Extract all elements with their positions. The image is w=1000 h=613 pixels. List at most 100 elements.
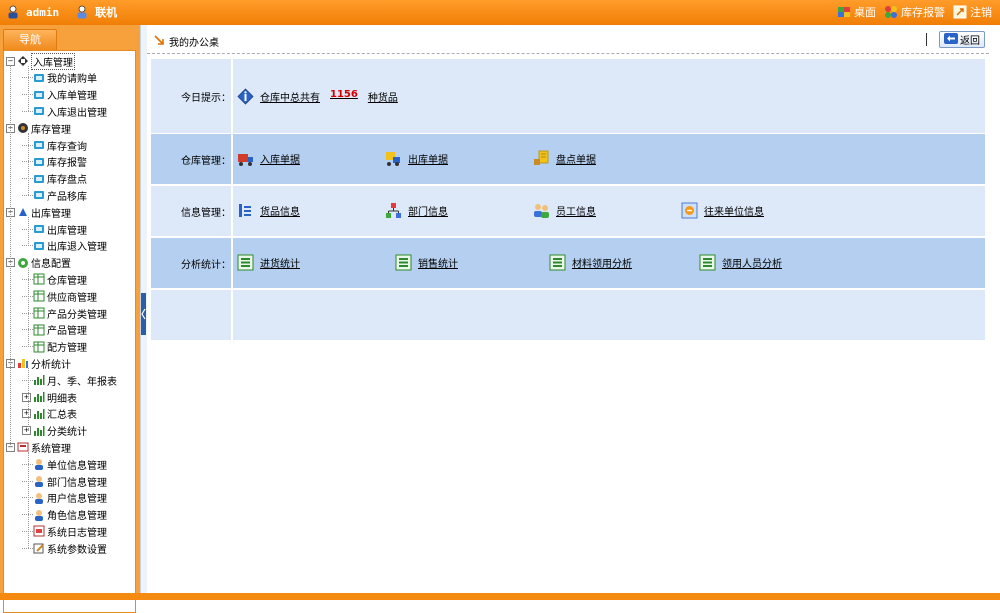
sales-stats-label: 销售统计 [418, 259, 458, 270]
tree-item-label: 用户信息管理 [47, 494, 107, 506]
analysis-label: 分析统计： [151, 238, 233, 288]
partner-info-label: 往来单位信息 [704, 207, 764, 218]
top-bar: admin 联机 桌面 库存报警 注销 [0, 0, 1000, 25]
bar-icon [33, 425, 45, 437]
users-icon [33, 475, 45, 487]
tree-item[interactable]: 出库管理 [22, 221, 87, 237]
tree-item[interactable]: 单位信息管理 [22, 456, 107, 472]
stock-alarm-link[interactable]: 库存报警 [884, 4, 945, 20]
doc-icon [33, 173, 45, 185]
user-icon [6, 5, 20, 19]
tree-guide-line [28, 133, 29, 196]
tree-item-label: 出库退入管理 [47, 242, 107, 254]
tree-item[interactable]: 我的请购单 [22, 70, 97, 86]
empty-section [151, 290, 985, 340]
tree-item[interactable]: 用户信息管理 [22, 490, 107, 506]
tree-item[interactable]: + 汇总表 [22, 406, 77, 422]
goods-info-link[interactable]: 货品信息 [237, 202, 300, 219]
tree-item-label: 分析统计 [31, 359, 71, 371]
main-content: 我的办公桌 返回 今日提示： 仓库中总共有 1156 种货品 仓库管理： 入库单… [147, 25, 1000, 593]
partner-info-link[interactable]: 往来单位信息 [681, 202, 764, 219]
tree-item-label: 产品移库 [47, 191, 87, 203]
tree-item[interactable]: − 信息配置 [6, 255, 71, 271]
doc-icon [33, 156, 45, 168]
tree-item[interactable]: 产品移库 [22, 187, 87, 203]
material-analysis-link[interactable]: 材料领用分析 [549, 254, 632, 271]
tree-item[interactable]: 库存报警 [22, 154, 87, 170]
outbound-doc-link[interactable]: 出库单据 [385, 150, 448, 167]
tree-item[interactable]: − 系统管理 [6, 439, 71, 455]
tree-item-label: 月、季、年报表 [47, 376, 117, 388]
info-section: 信息管理： 货品信息 部门信息 员工信息 往来单位信息 [151, 186, 985, 236]
purchase-stats-link[interactable]: 进货统计 [237, 254, 300, 271]
tree-item[interactable]: − 分析统计 [6, 355, 71, 371]
goods-icon [237, 202, 254, 219]
tree-item-label: 入库退出管理 [47, 107, 107, 119]
staff-info-link[interactable]: 员工信息 [533, 202, 596, 219]
tree-item[interactable]: 入库单管理 [22, 87, 97, 103]
tree-item-label: 库存查询 [47, 141, 87, 153]
tree-item[interactable]: 仓库管理 [22, 271, 87, 287]
doc-icon [33, 223, 45, 235]
doc-icon [33, 89, 45, 101]
goods-info-label: 货品信息 [260, 207, 300, 218]
log-icon [33, 525, 45, 537]
list-icon [549, 254, 566, 271]
expand-icon[interactable]: + [22, 409, 31, 419]
tree-item[interactable]: 入库退出管理 [22, 103, 107, 119]
tree-item[interactable]: 产品分类管理 [22, 305, 107, 321]
username: admin [26, 5, 60, 19]
arrow-icon [153, 34, 165, 49]
tree-item[interactable]: 部门信息管理 [22, 473, 107, 489]
tree-item-label: 系统参数设置 [47, 544, 107, 556]
back-button[interactable]: 返回 [939, 31, 985, 48]
inventory-doc-link[interactable]: 盘点单据 [533, 150, 596, 167]
users-icon [33, 509, 45, 521]
staff-info-label: 员工信息 [556, 207, 596, 218]
sales-stats-link[interactable]: 销售统计 [395, 254, 458, 271]
inventory-count-link[interactable]: 仓库中总共有 1156 种货品 [237, 88, 398, 105]
tree-item[interactable]: 月、季、年报表 [22, 372, 117, 388]
tree-item[interactable]: 库存盘点 [22, 171, 87, 187]
table-icon [33, 290, 45, 302]
tree-guide-line [28, 267, 29, 347]
material-analysis-label: 材料领用分析 [572, 259, 632, 270]
tree-item[interactable]: 配方管理 [22, 339, 87, 355]
tree-item-label: 配方管理 [47, 343, 87, 355]
inventory-icon [533, 150, 550, 167]
page-title: 我的办公桌 [169, 38, 219, 49]
tree-item[interactable]: 出库退入管理 [22, 238, 107, 254]
tree-item-label: 入库管理 [31, 52, 75, 70]
online-icon [75, 5, 89, 19]
tree-item[interactable]: 角色信息管理 [22, 507, 107, 523]
desktop-link[interactable]: 桌面 [837, 4, 876, 20]
dept-info-link[interactable]: 部门信息 [385, 202, 448, 219]
expand-icon[interactable]: + [22, 392, 31, 402]
tree-guide-line [28, 452, 29, 549]
tree-item[interactable]: − 出库管理 [6, 204, 71, 220]
tree-item[interactable]: − 库存管理 [6, 120, 71, 136]
tree-guide-line [28, 66, 29, 112]
list-icon [237, 254, 254, 271]
tree-item[interactable]: 供应商管理 [22, 288, 97, 304]
doc-icon [33, 139, 45, 151]
tree-root-line [10, 65, 11, 448]
desktop-icon [837, 5, 851, 19]
expand-icon[interactable]: + [22, 426, 31, 436]
nav-tab[interactable]: 导航 [3, 29, 57, 50]
tree-item-label: 库存报警 [47, 158, 87, 170]
empty-label [151, 290, 233, 340]
inbound-doc-link[interactable]: 入库单据 [237, 150, 300, 167]
recipient-analysis-link[interactable]: 领用人员分析 [699, 254, 782, 271]
logout-link[interactable]: 注销 [953, 4, 992, 20]
tree-item[interactable]: + 明细表 [22, 389, 77, 405]
collapse-handle[interactable] [141, 293, 146, 335]
tree-item[interactable]: + 分类统计 [22, 423, 87, 439]
tree-item[interactable]: 系统参数设置 [22, 540, 107, 556]
analysis-section: 分析统计： 进货统计 销售统计 材料领用分析 领用人员分析 [151, 238, 985, 288]
tree-item[interactable]: 库存查询 [22, 137, 87, 153]
tree-item[interactable]: − 入库管理 [6, 52, 75, 70]
tree-item[interactable]: 系统日志管理 [22, 523, 107, 539]
tree-item[interactable]: 产品管理 [22, 322, 87, 338]
purchase-stats-label: 进货统计 [260, 259, 300, 270]
